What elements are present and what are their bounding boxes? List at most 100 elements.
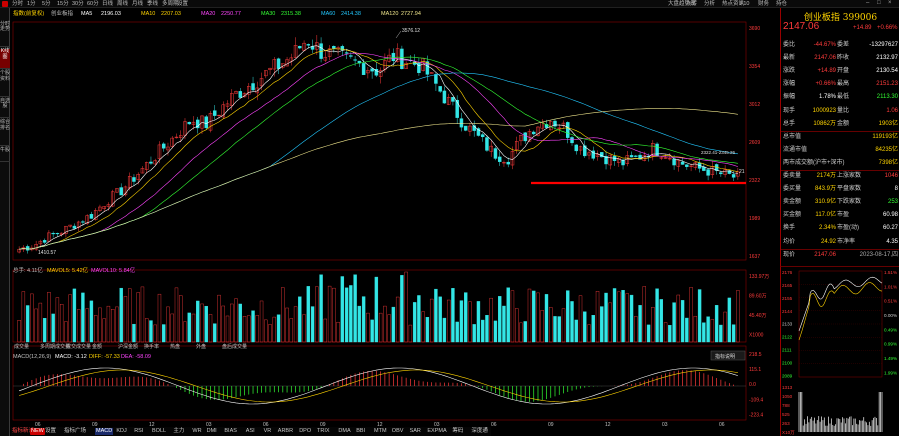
quote-label: 委卖量 bbox=[783, 173, 802, 179]
indicator-tab-arbr[interactable]: ARBR bbox=[278, 428, 293, 435]
sidebar-tab-1[interactable]: K线图 bbox=[0, 49, 10, 70]
indicator-tab-bias[interactable]: BIAS bbox=[224, 428, 237, 435]
period-tab-5[interactable]: 60分 bbox=[87, 1, 99, 7]
kline-chart-area[interactable]: 指数(前复权) 创业板指 MA5 2196.03 MA10 2207.03 MA20 2250… bbox=[11, 8, 779, 426]
indicator-tab-dma[interactable]: DMA bbox=[338, 428, 350, 435]
date-axis-tick: 03 bbox=[434, 422, 440, 426]
quote-label-2: 最低 bbox=[837, 94, 850, 101]
indicator-tab-主力[interactable]: 主力 bbox=[173, 428, 184, 435]
indicator-tab-dpo[interactable]: DPO bbox=[299, 428, 311, 435]
ma-header-label: 指数(前复权) bbox=[13, 9, 44, 17]
volume-bar bbox=[25, 305, 30, 343]
price-axis-tick: 3354 bbox=[749, 64, 760, 70]
period-tab-7[interactable]: 周线 bbox=[117, 1, 128, 7]
volume-subtab-5[interactable]: 换手率 bbox=[144, 343, 159, 350]
intraday-mini-chart[interactable]: 2176 2165 2155 2144 2133 2122 2111 2100 2089 1.51… bbox=[780, 266, 899, 436]
maximize-icon[interactable]: □ bbox=[877, 0, 881, 7]
volume-subtab-8[interactable]: 盘后成交量 bbox=[222, 343, 247, 350]
date-axis-tick: 03 bbox=[206, 422, 212, 426]
toolbar-link-2[interactable]: 分析 bbox=[704, 1, 715, 7]
quote-value-2: 7398亿 bbox=[878, 159, 898, 166]
sidebar-tab-4[interactable]: 综合排名 bbox=[0, 120, 10, 146]
volume-bar bbox=[391, 306, 396, 343]
mini-left-tick: 2133 bbox=[782, 322, 793, 327]
candle-body bbox=[459, 118, 464, 128]
quote-label: 流通市值 bbox=[783, 146, 808, 153]
minimize-icon[interactable]: – bbox=[866, 0, 869, 7]
indicator-tab-筹码[interactable]: 筹码 bbox=[452, 428, 463, 435]
toolbar-link-4[interactable]: F10 bbox=[740, 1, 749, 7]
indicator-tab-expma[interactable]: EXPMA bbox=[427, 428, 446, 435]
price-change-pct: +0.66% bbox=[877, 25, 898, 31]
volume-subtab-7[interactable]: 外盘 bbox=[196, 343, 206, 350]
indicator-tab-指标广场[interactable]: 指标广场 bbox=[64, 428, 86, 435]
volume-bar bbox=[557, 316, 561, 343]
ma-header-index: 创业板指 bbox=[51, 9, 74, 17]
quote-label-2: 开盘 bbox=[837, 68, 850, 75]
volume-subtab-6[interactable]: 热盘 bbox=[170, 343, 180, 350]
period-tab-2[interactable]: 5分 bbox=[42, 1, 51, 7]
mini-left-tick: 2155 bbox=[782, 296, 793, 301]
indicator-tab-设置[interactable]: 设置 bbox=[45, 428, 56, 435]
macd-axis-tick: 0.0 bbox=[749, 382, 756, 388]
sidebar-tab-2[interactable]: 个股资料 bbox=[0, 70, 10, 97]
volume-bar bbox=[604, 292, 608, 343]
period-tab-0[interactable]: 分时 bbox=[12, 1, 23, 7]
toolbar-link-1[interactable]: 九转 bbox=[686, 1, 697, 7]
period-tab-9[interactable]: 季线 bbox=[147, 1, 158, 7]
sidebar-tab-0[interactable]: 分时走势 bbox=[0, 21, 10, 48]
volume-bar bbox=[196, 300, 200, 343]
period-tab-8[interactable]: 月线 bbox=[132, 1, 143, 7]
indicator-tab-kdj[interactable]: KDJ bbox=[116, 428, 126, 435]
app-logo-icon bbox=[2, 1, 8, 7]
period-tab-6[interactable]: 日线 bbox=[102, 1, 113, 7]
toolbar-link-6[interactable]: 持仓 bbox=[776, 1, 787, 7]
toolbar-link-5[interactable]: 财务 bbox=[758, 1, 769, 7]
volume-subtab-0[interactable]: 成交量 bbox=[14, 343, 29, 350]
period-tab-1[interactable]: 1分 bbox=[27, 1, 36, 7]
mini-right-tick: 0.00% bbox=[884, 313, 897, 318]
volume-bar bbox=[566, 290, 570, 343]
candle-body bbox=[672, 158, 676, 166]
period-tab-4[interactable]: 30分 bbox=[72, 1, 84, 7]
indicator-tab-bbi[interactable]: BBI bbox=[356, 428, 365, 435]
indicator-tab-obv[interactable]: OBV bbox=[392, 428, 404, 435]
volume-axis-tick: 133.97万 bbox=[749, 274, 769, 280]
indicator-tab-boll[interactable]: BOLL bbox=[152, 428, 166, 435]
period-tab-3[interactable]: 15分 bbox=[57, 1, 69, 7]
ma-legend-ma5-name: MA5 bbox=[81, 11, 92, 17]
volume-bar bbox=[612, 288, 617, 343]
left-sidebar: 分时走势 K线图 个股资料 自选股 综合排名 牛股 bbox=[0, 8, 10, 436]
quote-value-2: 4.35 bbox=[886, 238, 898, 245]
volume-subtab-3[interactable]: 金额 bbox=[92, 343, 102, 350]
volume-bar bbox=[697, 289, 702, 343]
volume-bar bbox=[591, 315, 595, 343]
volume-subtab-2[interactable]: 成交成交量 bbox=[66, 343, 91, 350]
quote-value-2: 2023-08-17,四 bbox=[859, 251, 898, 258]
sidebar-tab-3[interactable]: 自选股 bbox=[0, 98, 10, 119]
indicator-tab-dmi[interactable]: DMI bbox=[207, 428, 217, 435]
volume-bar bbox=[276, 314, 281, 343]
ma-legend-ma10-name: MA10 bbox=[141, 11, 155, 17]
indicator-tab-mtm[interactable]: MTM bbox=[374, 428, 387, 435]
volume-bar bbox=[544, 294, 549, 343]
close-icon[interactable]: × bbox=[888, 0, 892, 7]
indicator-tab-rsi[interactable]: RSI bbox=[134, 428, 143, 435]
indicator-tab-wr[interactable]: WR bbox=[192, 428, 201, 435]
volume-bar bbox=[438, 296, 442, 343]
indicator-tab-vr[interactable]: VR bbox=[264, 428, 272, 435]
indicator-tab-macd[interactable]: MACD bbox=[95, 428, 114, 435]
indicator-tab-深度通[interactable]: 深度通 bbox=[471, 428, 488, 435]
sidebar-tab-5[interactable]: 牛股 bbox=[0, 147, 10, 162]
date-axis-tick: 06 bbox=[263, 422, 269, 426]
volume-bar bbox=[251, 310, 255, 343]
indicator-tab-sar[interactable]: SAR bbox=[410, 428, 421, 435]
volume-bar bbox=[374, 276, 379, 343]
period-tab-11[interactable]: 设置 bbox=[177, 1, 188, 7]
candle-body bbox=[81, 221, 85, 223]
volume-subtab-4[interactable]: 沪深金额 bbox=[118, 343, 138, 350]
indicator-tab-trix[interactable]: TRIX bbox=[317, 428, 330, 435]
quote-row: 两市成交额(沪市+深市) 7398亿 bbox=[781, 158, 899, 170]
date-axis-tick: 06 bbox=[35, 422, 41, 426]
indicator-tab-asi[interactable]: ASI bbox=[246, 428, 255, 435]
